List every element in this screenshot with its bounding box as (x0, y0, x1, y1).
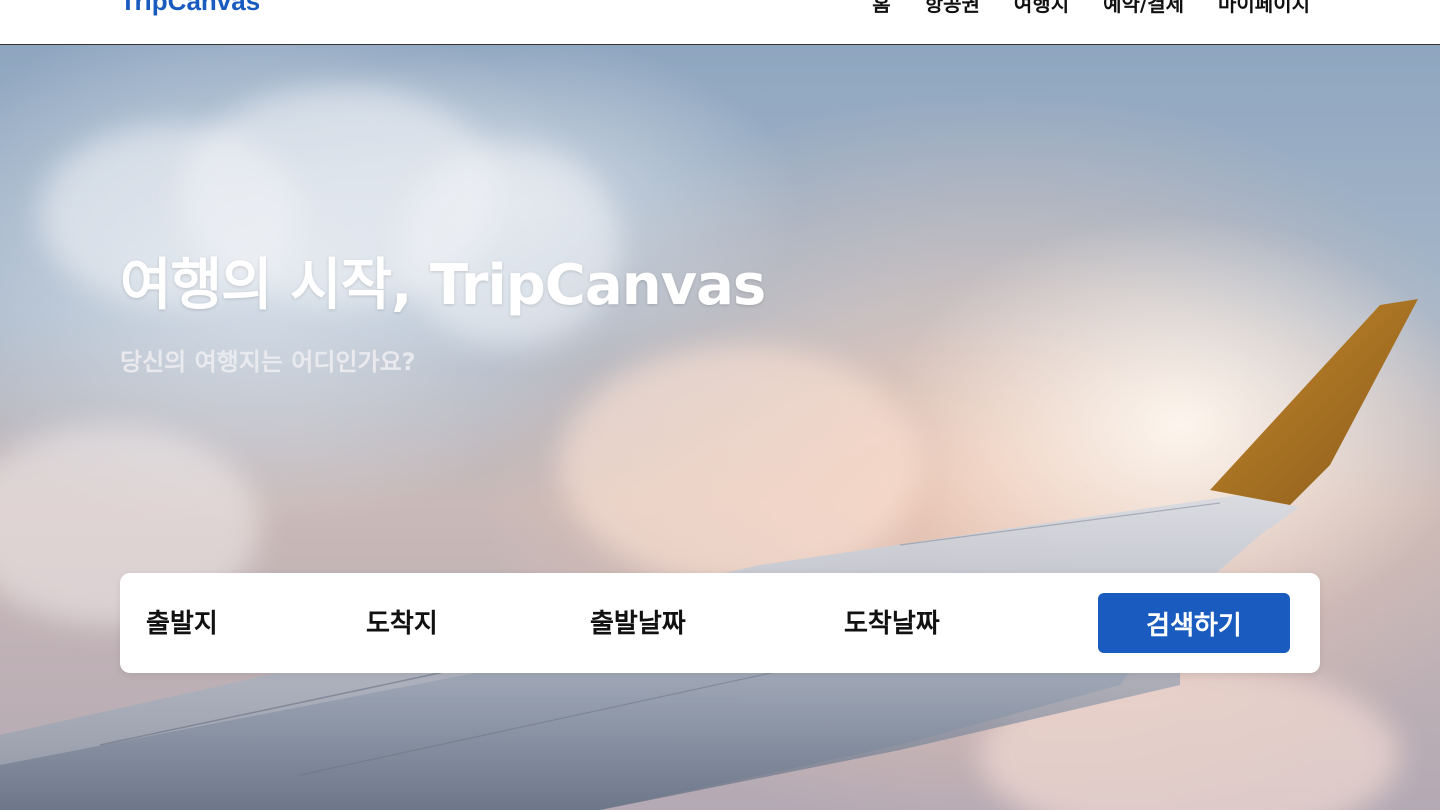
page: TripCanvas 홈 항공권 여행지 예약/결제 마이페이지 여행의 시작,… (0, 0, 1440, 810)
hero-title: 여행의 시작, TripCanvas (120, 253, 766, 318)
origin-field[interactable]: 출발지 (146, 603, 218, 640)
site-header: TripCanvas 홈 항공권 여행지 예약/결제 마이페이지 (0, 0, 1440, 45)
nav-item-home[interactable]: 홈 (872, 0, 890, 17)
main-nav: 홈 항공권 여행지 예약/결제 마이페이지 (872, 0, 1310, 17)
nav-item-destinations[interactable]: 여행지 (1014, 0, 1069, 17)
hero-section: 여행의 시작, TripCanvas 당신의 여행지는 어디인가요? 출발지 도… (0, 45, 1440, 810)
flight-search-bar: 출발지 도착지 출발날짜 도착날짜 검색하기 (120, 573, 1320, 673)
nav-item-booking[interactable]: 예약/결제 (1103, 0, 1184, 17)
hero-subtitle: 당신의 여행지는 어디인가요? (120, 348, 416, 376)
nav-item-flights[interactable]: 항공권 (925, 0, 980, 17)
site-logo[interactable]: TripCanvas (120, 0, 260, 17)
nav-item-mypage[interactable]: 마이페이지 (1218, 0, 1310, 17)
airplane-wing-image (0, 299, 1418, 810)
arrival-date-field[interactable]: 도착날짜 (844, 603, 940, 640)
departure-date-field[interactable]: 출발날짜 (590, 603, 686, 640)
destination-field[interactable]: 도착지 (366, 603, 438, 640)
search-button[interactable]: 검색하기 (1098, 593, 1290, 653)
